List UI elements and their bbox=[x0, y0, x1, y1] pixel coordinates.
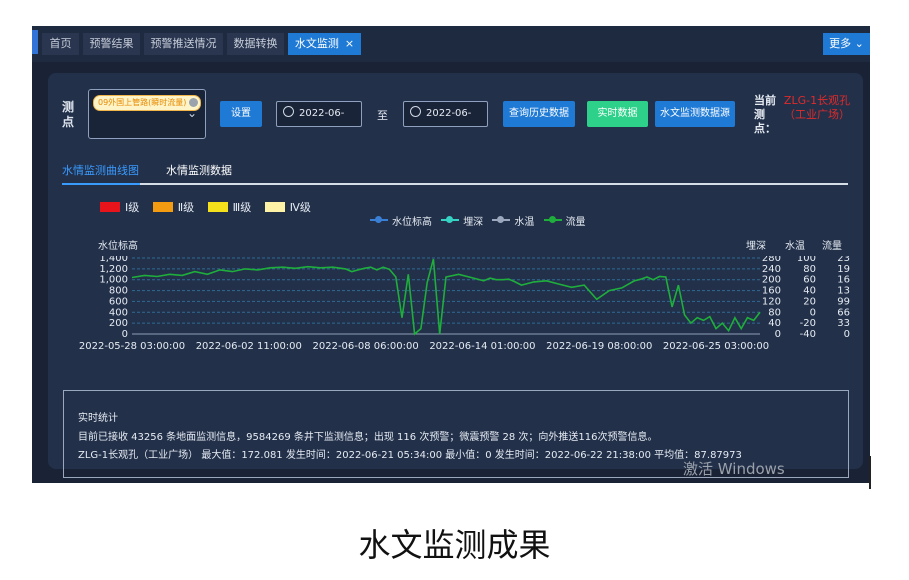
y-right-tick-label: 16 bbox=[837, 275, 850, 286]
warn-level-1[interactable]: Ⅰ级 bbox=[100, 201, 139, 214]
swatch bbox=[207, 202, 228, 212]
y-right-axis-title-flow: 流量 bbox=[822, 241, 842, 252]
warn-level-3[interactable]: Ⅲ级 bbox=[207, 201, 251, 214]
y-left-tick-label: 1,200 bbox=[99, 264, 128, 275]
y-right-tick-label: 240 bbox=[762, 264, 781, 275]
y-right-tick-label: 19 bbox=[837, 264, 850, 275]
y-left-tick-label: 1,400 bbox=[99, 256, 128, 264]
y-right-tick-label: 0 bbox=[775, 329, 781, 340]
y-right-tick-label: -40 bbox=[800, 329, 816, 340]
subtab-divider bbox=[62, 183, 848, 185]
tab-home[interactable]: 首页 bbox=[42, 33, 79, 55]
legend-water-level[interactable]: 水位标高 bbox=[370, 213, 432, 228]
tab-bar: 首页 预警结果 预警推送情况 数据转换 水文监测 × 更多 ⌄ bbox=[32, 26, 870, 62]
subtab-curve-chart[interactable]: 水情监测曲线图 bbox=[62, 162, 139, 178]
tab-warning-results[interactable]: 预警结果 bbox=[83, 33, 140, 55]
subtab-active-underline bbox=[62, 183, 140, 185]
y-right-tick-label: 20 bbox=[803, 296, 816, 307]
hydrology-chart: 1,4001,2001,0008006004002000280240200160… bbox=[79, 256, 850, 352]
monitor-point-select[interactable]: 09外国上管路(瞬时流量) ⌄ bbox=[88, 89, 206, 139]
y-left-tick-label: 800 bbox=[109, 286, 128, 297]
x-tick-label: 2022-06-25 03:00:00 bbox=[663, 341, 769, 352]
windows-activation-watermark: 激活 Windows bbox=[683, 460, 785, 478]
y-right-tick-label: 120 bbox=[762, 296, 781, 307]
y-left-tick-label: 1,000 bbox=[99, 275, 128, 286]
y-left-tick-label: 200 bbox=[109, 318, 128, 329]
chevron-down-icon: ⌄ bbox=[186, 106, 197, 120]
to-label: 至 bbox=[377, 109, 388, 122]
y-right-tick-label: 99 bbox=[837, 296, 850, 307]
swatch bbox=[152, 202, 173, 212]
page-border-line bbox=[869, 456, 871, 489]
x-tick-label: 2022-06-19 08:00:00 bbox=[546, 341, 652, 352]
main-panel: 测点 09外国上管路(瞬时流量) ⌄ 设置 2022-06- 至 2022-06… bbox=[48, 73, 863, 478]
y-right-tick-label: 66 bbox=[837, 307, 850, 318]
stats-line-2: ZLG-1长观孔（工业广场） 最大值：172.081 发生时间：2022-06-… bbox=[78, 450, 742, 461]
x-tick-label: 2022-06-08 06:00:00 bbox=[313, 341, 419, 352]
legend-depth[interactable]: 埋深 bbox=[441, 213, 483, 228]
y-left-tick-label: 600 bbox=[109, 296, 128, 307]
x-tick-label: 2022-05-28 03:00:00 bbox=[79, 341, 185, 352]
set-button[interactable]: 设置 bbox=[220, 101, 262, 127]
monitor-point-label: 测点 bbox=[62, 100, 75, 129]
selected-point-tag: 09外国上管路(瞬时流量) bbox=[93, 95, 202, 111]
y-right-tick-label: 33 bbox=[837, 318, 850, 329]
query-history-button[interactable]: 查询历史数据 bbox=[503, 101, 575, 127]
y-right-tick-label: 40 bbox=[803, 286, 816, 297]
data-source-button[interactable]: 水文监测数据源 bbox=[655, 101, 735, 127]
clock-icon bbox=[283, 106, 294, 117]
tab-warning-push[interactable]: 预警推送情况 bbox=[144, 33, 223, 55]
y-right-tick-label: 23 bbox=[837, 256, 850, 264]
y-right-tick-label: 80 bbox=[803, 264, 816, 275]
tab-hydrology-monitoring[interactable]: 水文监测 × bbox=[288, 33, 361, 55]
y-right-tick-label: 80 bbox=[768, 307, 781, 318]
date-from-input[interactable]: 2022-06- bbox=[276, 101, 362, 127]
y-left-tick-label: 0 bbox=[122, 329, 128, 340]
tab-data-conversion[interactable]: 数据转换 bbox=[227, 33, 284, 55]
swatch bbox=[100, 202, 120, 212]
figure-caption: 水文监测成果 bbox=[358, 526, 551, 564]
stats-line-1: 目前已接收 43256 条地面监测信息，9584269 条井下监测信息；出现 1… bbox=[78, 432, 658, 443]
clock-icon bbox=[410, 106, 421, 117]
y-right-tick-label: 13 bbox=[837, 286, 850, 297]
warn-level-legend: Ⅰ级 Ⅱ级 Ⅲ级 Ⅳ级 bbox=[100, 199, 311, 214]
tab-bar-accent bbox=[32, 30, 38, 54]
y-right-tick-label: 40 bbox=[768, 318, 781, 329]
stats-title: 实时统计 bbox=[78, 413, 118, 424]
warn-level-4[interactable]: Ⅳ级 bbox=[264, 201, 311, 214]
swatch bbox=[264, 202, 285, 212]
legend-flow[interactable]: 流量 bbox=[543, 213, 586, 228]
close-icon[interactable]: × bbox=[345, 37, 354, 50]
current-point-value: ZLG-1长观孔（工业广场） bbox=[783, 94, 851, 121]
y-right-tick-label: 100 bbox=[797, 256, 816, 264]
y-left-axis-title: 水位标高 bbox=[98, 241, 138, 252]
y-right-tick-label: 0 bbox=[810, 307, 816, 318]
chevron-down-icon: ⌄ bbox=[854, 37, 864, 50]
y-right-tick-label: 60 bbox=[803, 275, 816, 286]
more-button[interactable]: 更多 ⌄ bbox=[823, 33, 870, 55]
app-screenshot: 首页 预警结果 预警推送情况 数据转换 水文监测 × 更多 ⌄ 测点 09外国上管… bbox=[32, 26, 870, 483]
legend-water-temp[interactable]: 水温 bbox=[492, 213, 534, 228]
y-right-tick-label: 0 bbox=[844, 329, 850, 340]
y-right-tick-label: 200 bbox=[762, 275, 781, 286]
x-tick-label: 2022-06-02 11:00:00 bbox=[196, 341, 302, 352]
y-right-axis-title-temp: 水温 bbox=[785, 241, 805, 252]
y-right-tick-label: 280 bbox=[762, 256, 781, 264]
warn-level-2[interactable]: Ⅱ级 bbox=[152, 201, 194, 214]
y-right-tick-label: 160 bbox=[762, 286, 781, 297]
y-right-axis-title-depth: 埋深 bbox=[746, 241, 766, 252]
y-right-tick-label: -20 bbox=[800, 318, 816, 329]
realtime-data-button[interactable]: 实时数据 bbox=[587, 101, 648, 127]
current-point-label: 当前测点： bbox=[754, 94, 776, 135]
subtab-monitoring-data[interactable]: 水情监测数据 bbox=[166, 162, 232, 178]
x-tick-label: 2022-06-14 01:00:00 bbox=[429, 341, 535, 352]
date-to-input[interactable]: 2022-06- bbox=[403, 101, 488, 127]
y-left-tick-label: 400 bbox=[109, 307, 128, 318]
series-legend: 水位标高 埋深 水温 流量 bbox=[370, 213, 592, 228]
flow-series-line bbox=[131, 258, 761, 336]
